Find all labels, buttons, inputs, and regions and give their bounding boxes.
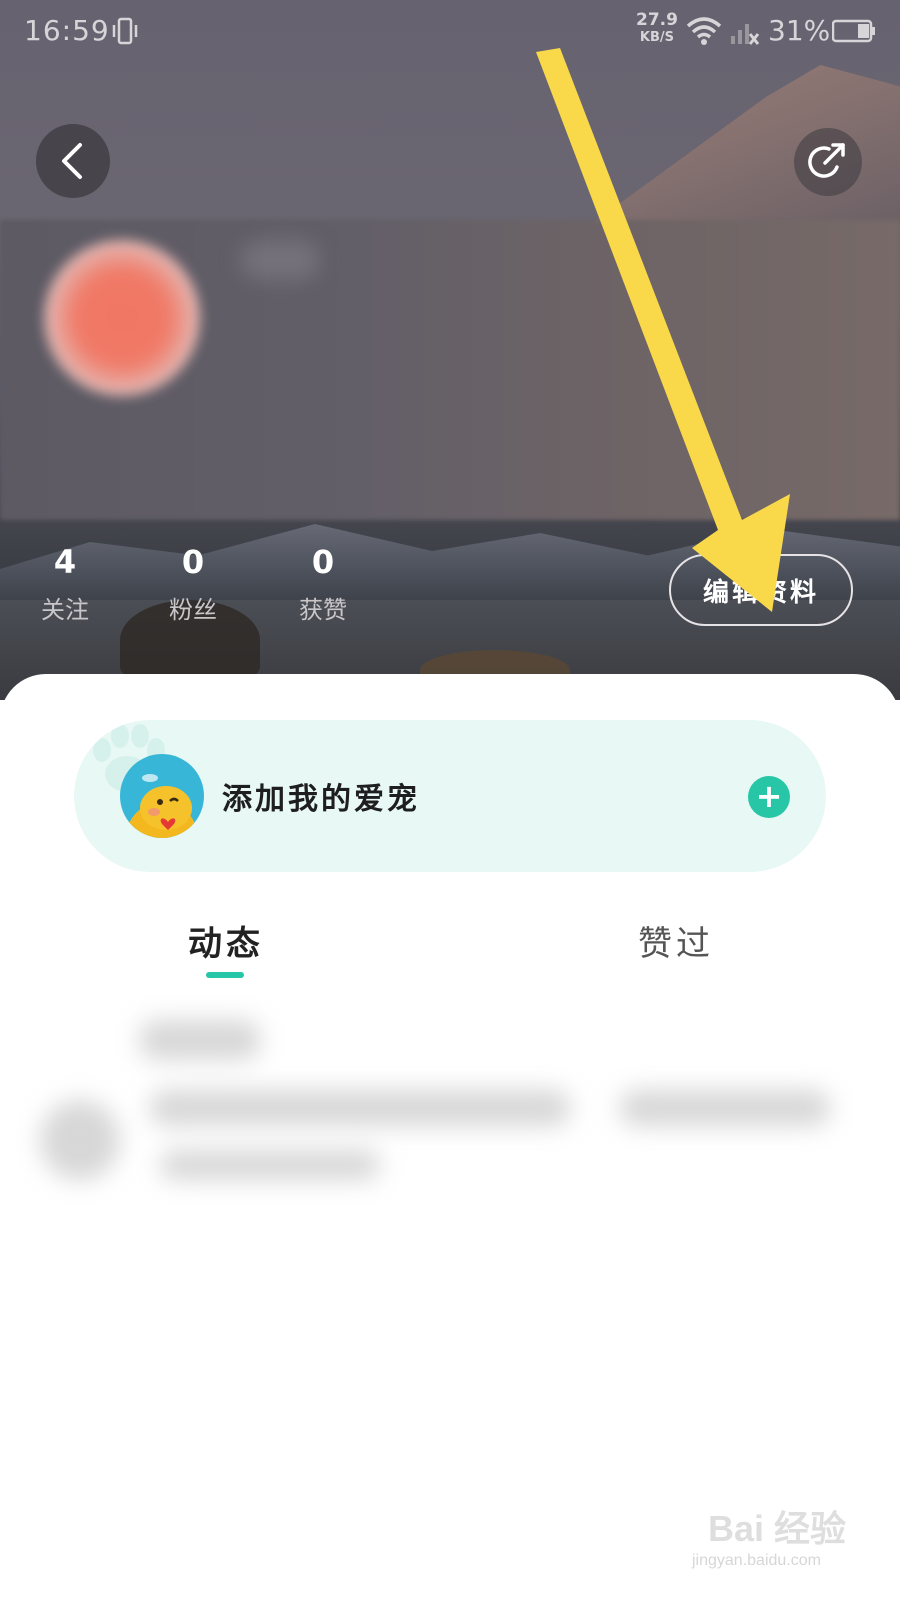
baidu-watermark: Bai 经验 jingyan.baidu.com xyxy=(688,1500,878,1580)
stat-fans-value: 0 xyxy=(181,543,205,581)
stat-following[interactable]: 4 关注 xyxy=(20,544,110,625)
back-button[interactable] xyxy=(36,124,110,198)
stat-likes-label: 获赞 xyxy=(299,596,347,624)
watermark-brand: Bai 经验 xyxy=(708,1508,847,1549)
stat-likes-value: 0 xyxy=(311,543,335,581)
mascot-icon xyxy=(126,774,198,838)
tab-posts[interactable]: 动态 xyxy=(188,916,264,965)
watermark-url: jingyan.baidu.com xyxy=(692,1552,821,1569)
edit-profile-button[interactable]: 编辑资料 xyxy=(669,554,853,626)
feed-meta-blurred xyxy=(620,1090,830,1126)
feed-line-blurred xyxy=(150,1090,570,1126)
add-pet-label: 添加我的爱宠 xyxy=(222,782,420,817)
chevron-left-icon xyxy=(62,143,82,179)
stat-fans-label: 粉丝 xyxy=(169,596,217,624)
add-pet-plus-button[interactable]: + xyxy=(748,776,790,818)
vibrate-icon xyxy=(112,17,138,45)
wifi-icon xyxy=(686,17,722,45)
status-bar: 16:59 27.9 KB/S 31% xyxy=(0,0,900,64)
pet-mascot-avatar xyxy=(120,754,204,838)
stat-likes[interactable]: 0 获赞 xyxy=(278,544,368,625)
feed-avatar-blurred xyxy=(40,1100,120,1180)
stat-fans[interactable]: 0 粉丝 xyxy=(148,544,238,625)
share-button[interactable] xyxy=(794,128,862,196)
battery-icon xyxy=(832,19,875,43)
feed-line2-blurred xyxy=(160,1150,380,1180)
stat-following-label: 关注 xyxy=(41,596,89,624)
share-icon xyxy=(808,143,845,178)
status-time: 16:59 xyxy=(24,14,110,47)
user-name-blurred xyxy=(240,240,320,280)
add-pet-card[interactable]: 添加我的爱宠 + xyxy=(74,720,826,872)
network-speed-value: 27.9 xyxy=(636,10,678,30)
tab-liked[interactable]: 赞过 xyxy=(638,916,714,965)
user-avatar[interactable] xyxy=(44,240,200,396)
stat-following-value: 4 xyxy=(53,543,77,581)
tab-active-indicator xyxy=(206,972,244,978)
network-speed: 27.9 KB/S xyxy=(636,12,678,46)
network-speed-unit: KB/S xyxy=(639,30,675,45)
feed-title-blurred xyxy=(140,1020,260,1060)
battery-percent: 31% xyxy=(768,14,831,47)
signal-no-service-icon xyxy=(731,24,760,45)
